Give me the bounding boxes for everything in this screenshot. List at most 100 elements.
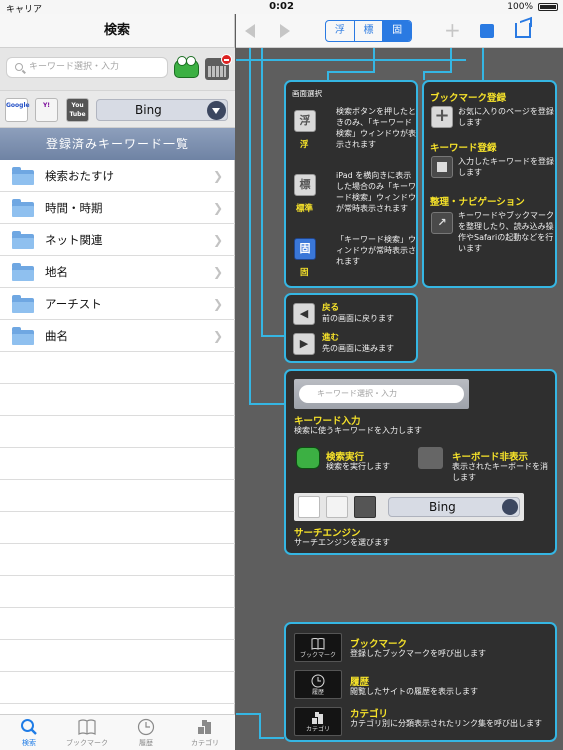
list-item[interactable]: 検索おたすけ ❯ bbox=[0, 160, 235, 192]
standard-desc: iPad を横向きに表示した場合のみ「キーワード検索」ウィンドウが常時表示されま… bbox=[336, 171, 416, 213]
screen-select-help: 画面選択 浮 浮 検索ボタンを押したときのみ、「キーワード検索」ウィンドウが表示… bbox=[284, 80, 418, 288]
folder-icon bbox=[12, 327, 34, 345]
search-icon bbox=[15, 63, 23, 71]
plus-icon: + bbox=[431, 106, 453, 128]
category-tab-icon: カテゴリ bbox=[294, 707, 342, 736]
clock-icon bbox=[311, 674, 325, 688]
mode-float-button[interactable]: 浮 bbox=[326, 21, 355, 41]
folder-icon bbox=[12, 263, 34, 281]
organize-desc: キーワードやブックマークを整理したり、読み込み操作やSafariの起動などを行い… bbox=[458, 211, 554, 253]
bookmark-register-desc: お気に入りのページを登録します bbox=[458, 107, 554, 127]
search-engine-desc: サーチエンジンを選びます bbox=[294, 538, 390, 547]
empty-row bbox=[0, 544, 235, 576]
list-item[interactable]: 時間・時期 ❯ bbox=[0, 192, 235, 224]
section-header: 登録済みキーワード一覧 bbox=[0, 128, 235, 160]
empty-row bbox=[0, 672, 235, 704]
add-bookmark-icon[interactable]: + bbox=[444, 20, 461, 40]
empty-row bbox=[0, 448, 235, 480]
empty-row bbox=[0, 384, 235, 416]
empty-row bbox=[0, 640, 235, 672]
tab-search[interactable]: 検索 bbox=[0, 715, 58, 750]
history-tab-desc: 閲覧したサイトの履歴を表示します bbox=[350, 687, 478, 696]
page-title: 検索 bbox=[0, 14, 234, 48]
bookmark-register-title: ブックマーク登録 bbox=[430, 93, 507, 104]
battery-percent: 100% bbox=[507, 2, 533, 12]
share-icon[interactable] bbox=[515, 23, 531, 38]
bookmark-tab-icon: ブックマーク bbox=[294, 633, 342, 662]
screen-mode-segmented-control: 浮 標 固 bbox=[325, 20, 412, 42]
navigation-help: ◀ 戻る 前の画面に戻ります ▶ 進む 先の画面に進みます bbox=[284, 293, 418, 363]
bookmark-tab-desc: 登録したブックマークを呼び出します bbox=[350, 649, 486, 658]
forward-desc: 先の画面に進みます bbox=[322, 344, 394, 353]
engine-select-sample: Bing bbox=[388, 497, 520, 517]
search-placeholder: キーワード選択・入力 bbox=[29, 62, 120, 72]
keyword-register-desc: 入力したキーワードを登録します bbox=[458, 157, 554, 177]
engine-select[interactable]: Bing bbox=[96, 99, 228, 121]
list-item[interactable]: アーチスト ❯ bbox=[0, 288, 235, 320]
tab-bookmark[interactable]: ブックマーク bbox=[58, 715, 116, 750]
clock: 0:02 bbox=[269, 1, 294, 12]
empty-row bbox=[0, 576, 235, 608]
back-title: 戻る bbox=[322, 303, 340, 313]
keyword-search-help: キーワード選択・入力 キーワード入力 検索に使うキーワードを入力します 検索実行… bbox=[284, 369, 557, 555]
search-row: キーワード選択・入力 bbox=[0, 48, 235, 90]
mode-standard-button[interactable]: 標 bbox=[355, 21, 384, 41]
standard-mode-icon: 標 bbox=[294, 174, 316, 196]
folder-icon bbox=[12, 295, 34, 313]
forward-icon: ▶ bbox=[293, 333, 315, 355]
folder-icon bbox=[12, 199, 34, 217]
screen-select-title: 画面選択 bbox=[292, 89, 322, 98]
engine-selected-value: Bing bbox=[135, 103, 162, 117]
category-tab-desc: カテゴリ別に分類表示されたリンク集を呼び出します bbox=[350, 719, 542, 728]
empty-row bbox=[0, 480, 235, 512]
empty-row bbox=[0, 512, 235, 544]
folder-icon bbox=[12, 167, 34, 185]
book-icon bbox=[311, 638, 325, 650]
chevron-right-icon: ❯ bbox=[212, 201, 223, 215]
empty-row bbox=[0, 352, 235, 384]
browser-toolbar: 浮 標 固 + bbox=[236, 14, 563, 48]
hide-keyboard-button[interactable] bbox=[205, 54, 232, 80]
history-tab-icon: 履歴 bbox=[294, 670, 342, 699]
empty-row bbox=[0, 608, 235, 640]
google-engine-button[interactable]: Google bbox=[5, 98, 30, 122]
mode-fixed-button[interactable]: 固 bbox=[383, 21, 411, 41]
google-icon bbox=[298, 496, 320, 518]
chevron-down-icon bbox=[502, 499, 518, 515]
list-item[interactable]: 地名 ❯ bbox=[0, 256, 235, 288]
back-icon: ◀ bbox=[293, 303, 315, 325]
empty-row bbox=[0, 416, 235, 448]
keyboard-icon bbox=[208, 66, 226, 77]
share-icon: ↗ bbox=[431, 212, 453, 234]
book-icon bbox=[78, 719, 96, 735]
pencil-icon bbox=[431, 156, 453, 178]
fixed-mode-icon: 固 bbox=[294, 238, 316, 260]
stop-icon bbox=[221, 54, 232, 65]
list-item[interactable]: 曲名 ❯ bbox=[0, 320, 235, 352]
forward-title: 進む bbox=[322, 333, 340, 343]
yahoo-engine-button[interactable]: Y! bbox=[35, 98, 58, 122]
youtube-icon bbox=[354, 496, 376, 518]
search-input[interactable]: キーワード選択・入力 bbox=[6, 57, 168, 78]
chevron-right-icon: ❯ bbox=[212, 233, 223, 247]
category-icon bbox=[198, 720, 211, 734]
tab-history[interactable]: 履歴 bbox=[117, 715, 175, 750]
status-bar: キャリア 0:02 100% bbox=[0, 0, 563, 15]
keyboard-icon bbox=[418, 447, 443, 469]
toolbar-actions-help: ブックマーク登録 + お気に入りのページを登録します キーワード登録 入力したキ… bbox=[422, 80, 557, 288]
tab-category[interactable]: カテゴリ bbox=[176, 715, 234, 750]
edit-icon[interactable] bbox=[480, 24, 494, 38]
youtube-engine-button[interactable]: You Tube bbox=[66, 98, 89, 122]
engine-row-sample: Bing bbox=[294, 493, 524, 521]
fixed-desc: 「キーワード検索」ウィンドウが常時表示されます bbox=[336, 235, 416, 266]
keyword-register-title: キーワード登録 bbox=[430, 143, 497, 154]
organize-title: 整理・ナビゲーション bbox=[430, 197, 525, 208]
folder-icon bbox=[12, 231, 34, 249]
back-arrow-icon[interactable] bbox=[245, 24, 255, 38]
list-item[interactable]: ネット関連 ❯ bbox=[0, 224, 235, 256]
standard-label: 標準 bbox=[296, 204, 314, 214]
search-execute-button[interactable] bbox=[174, 56, 199, 78]
battery-icon bbox=[538, 3, 558, 11]
forward-arrow-icon[interactable] bbox=[280, 24, 290, 38]
tab-bar: 検索 ブックマーク 履歴 カテゴリ bbox=[0, 714, 235, 750]
